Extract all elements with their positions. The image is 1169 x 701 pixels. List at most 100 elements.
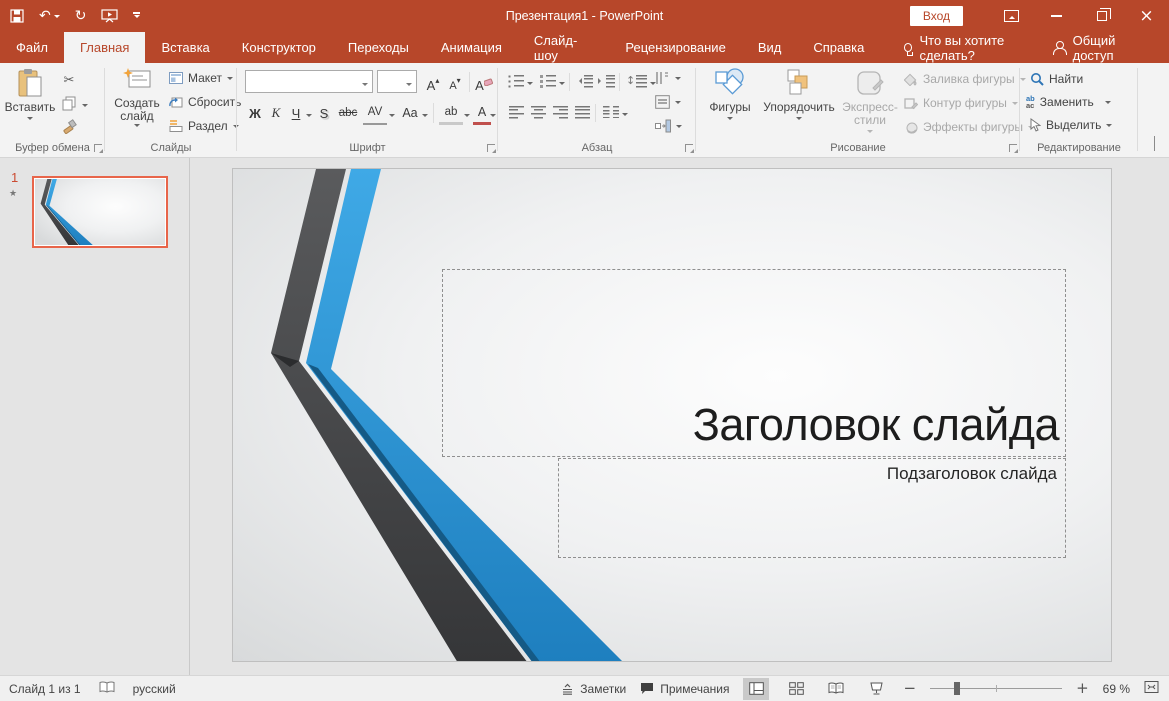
slide-canvas[interactable]: Заголовок слайда Подзаголовок слайда xyxy=(232,168,1112,662)
character-spacing-button[interactable]: AV xyxy=(363,101,387,125)
align-center-button[interactable] xyxy=(528,103,548,121)
change-case-button[interactable]: Aa xyxy=(399,101,421,125)
zoom-level[interactable]: 69 % xyxy=(1103,682,1130,696)
sign-in-button[interactable]: Вход xyxy=(910,6,963,26)
underline-dropdown-icon[interactable] xyxy=(306,114,312,120)
clear-formatting-button[interactable]: А xyxy=(473,71,495,92)
reset-button[interactable]: Сбросить xyxy=(169,95,241,109)
tab-animations[interactable]: Анимация xyxy=(425,32,518,63)
columns-dropdown-icon[interactable] xyxy=(622,113,628,119)
minimize-button[interactable] xyxy=(1034,0,1079,32)
tab-home[interactable]: Главная xyxy=(64,32,145,63)
clipboard-dialog-launcher[interactable] xyxy=(94,144,102,152)
slide-title-text[interactable]: Заголовок слайда xyxy=(693,401,1059,448)
tab-insert[interactable]: Вставка xyxy=(145,32,225,63)
quick-styles-dropdown-icon[interactable] xyxy=(867,130,873,136)
font-name-combobox[interactable] xyxy=(245,70,373,93)
slide-subtitle-text[interactable]: Подзаголовок слайда xyxy=(887,464,1057,484)
bullets-dropdown-icon[interactable] xyxy=(527,82,533,88)
slide-counter[interactable]: Слайд 1 из 1 xyxy=(9,682,81,696)
font-color-button[interactable]: А xyxy=(473,101,491,125)
spellcheck-icon[interactable] xyxy=(99,681,115,697)
close-button[interactable]: × xyxy=(1124,0,1169,32)
bold-button[interactable]: Ж xyxy=(245,101,265,125)
align-text-button[interactable] xyxy=(655,95,681,109)
tab-design[interactable]: Конструктор xyxy=(226,32,332,63)
increase-indent-button[interactable] xyxy=(596,72,616,90)
animation-star-icon[interactable]: ★ xyxy=(9,189,17,199)
highlight-button[interactable]: ab xyxy=(439,101,463,125)
ribbon-display-options-button[interactable] xyxy=(989,0,1034,32)
align-right-button[interactable] xyxy=(550,103,570,121)
layout-button[interactable]: Макет xyxy=(169,71,233,85)
view-normal-button[interactable] xyxy=(743,678,769,700)
copy-dropdown-icon[interactable] xyxy=(82,104,88,110)
numbering-button[interactable] xyxy=(538,72,558,90)
collapse-ribbon-button[interactable] xyxy=(1154,137,1155,151)
tab-slideshow[interactable]: Слайд-шоу xyxy=(518,32,610,63)
font-name-dropdown-icon[interactable] xyxy=(362,83,368,89)
font-size-combobox[interactable] xyxy=(377,70,417,93)
italic-button[interactable]: К xyxy=(267,101,285,125)
align-left-button[interactable] xyxy=(506,103,526,121)
numbering-dropdown-icon[interactable] xyxy=(559,82,565,88)
line-spacing-button[interactable] xyxy=(624,72,650,90)
cut-icon[interactable]: ✂ xyxy=(60,71,78,89)
notes-button[interactable]: Заметки xyxy=(561,682,626,696)
paste-dropdown-icon[interactable] xyxy=(27,117,33,123)
shapes-dropdown-icon[interactable] xyxy=(727,117,733,123)
convert-smartart-button[interactable] xyxy=(655,119,682,133)
arrange-dropdown-icon[interactable] xyxy=(796,117,802,123)
fit-slide-button[interactable] xyxy=(1144,680,1159,697)
tab-review[interactable]: Рецензирование xyxy=(609,32,741,63)
find-button[interactable]: Найти xyxy=(1030,72,1083,86)
highlight-dropdown-icon[interactable] xyxy=(464,114,470,120)
shape-effects-button[interactable]: Эффекты фигуры xyxy=(904,120,1034,134)
justify-button[interactable] xyxy=(572,103,592,121)
tell-me-box[interactable]: Что вы хотите сделать? xyxy=(896,32,1053,63)
text-shadow-button[interactable]: S xyxy=(315,101,333,125)
tab-view[interactable]: Вид xyxy=(742,32,798,63)
underline-button[interactable]: Ч xyxy=(287,101,305,125)
zoom-slider-thumb[interactable] xyxy=(954,682,960,695)
restore-button[interactable] xyxy=(1079,0,1124,32)
select-button[interactable]: Выделить xyxy=(1030,118,1112,132)
strikethrough-button[interactable]: abc xyxy=(335,101,361,125)
quick-styles-button[interactable]: Экспресс-стили xyxy=(842,68,898,136)
tab-file[interactable]: Файл xyxy=(0,32,64,63)
slide-thumbnail[interactable] xyxy=(32,176,168,248)
zoom-in-button[interactable]: + xyxy=(1076,681,1089,696)
zoom-slider[interactable] xyxy=(930,688,1062,689)
tab-help[interactable]: Справка xyxy=(797,32,880,63)
decrease-indent-button[interactable] xyxy=(574,72,594,90)
paragraph-dialog-launcher[interactable] xyxy=(685,144,693,152)
zoom-out-button[interactable]: − xyxy=(903,681,916,696)
font-color-dropdown-icon[interactable] xyxy=(490,114,496,120)
view-slideshow-button[interactable] xyxy=(863,678,889,700)
character-spacing-dropdown-icon[interactable] xyxy=(389,114,395,120)
replace-button[interactable]: abac Заменить xyxy=(1026,95,1111,109)
paste-button[interactable]: Вставить xyxy=(7,68,53,123)
title-placeholder[interactable]: Заголовок слайда xyxy=(442,269,1066,457)
subtitle-placeholder[interactable]: Подзаголовок слайда xyxy=(558,458,1066,558)
section-button[interactable]: Раздел xyxy=(169,119,239,133)
comments-button[interactable]: Примечания xyxy=(640,682,729,696)
bullets-button[interactable] xyxy=(506,72,526,90)
view-reading-button[interactable] xyxy=(823,678,849,700)
grow-font-button[interactable]: А▴ xyxy=(423,71,443,92)
view-slide-sorter-button[interactable] xyxy=(783,678,809,700)
copy-icon[interactable] xyxy=(60,94,78,112)
shape-outline-button[interactable]: Контур фигуры xyxy=(904,96,1018,110)
shrink-font-button[interactable]: А▾ xyxy=(445,71,465,92)
shapes-button[interactable]: Фигуры xyxy=(704,68,756,123)
font-dialog-launcher[interactable] xyxy=(487,144,495,152)
tab-transitions[interactable]: Переходы xyxy=(332,32,425,63)
format-painter-icon[interactable] xyxy=(60,117,78,135)
text-direction-button[interactable] xyxy=(655,71,681,85)
language-indicator[interactable]: русский xyxy=(133,682,176,696)
change-case-dropdown-icon[interactable] xyxy=(422,114,428,120)
shape-fill-button[interactable]: Заливка фигуры xyxy=(904,72,1026,86)
new-slide-dropdown-icon[interactable] xyxy=(134,124,140,130)
drawing-dialog-launcher[interactable] xyxy=(1009,144,1017,152)
columns-button[interactable] xyxy=(601,103,621,121)
